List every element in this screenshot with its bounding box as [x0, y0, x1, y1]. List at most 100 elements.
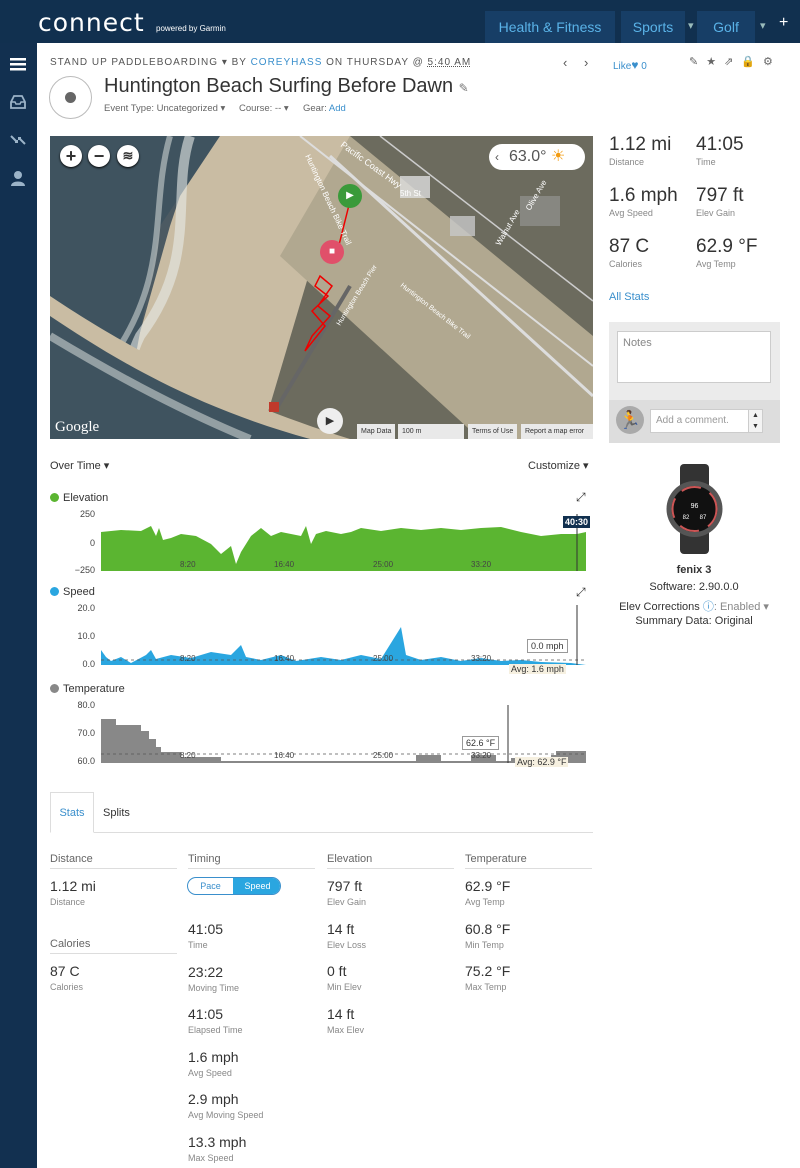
summary-elev-gain-label: Elev Gain: [696, 208, 736, 218]
activity-time[interactable]: 5:40 AM: [428, 57, 472, 68]
next-activity-icon[interactable]: ›: [584, 55, 588, 70]
elev-corrections: Elev Corrections ⓘ: Enabled ▾: [614, 598, 774, 614]
stats-elapsed-time-label: Elapsed Time: [188, 1025, 243, 1035]
lock-icon[interactable]: 🔒: [741, 56, 763, 68]
temperature-tooltip: 62.6 °F: [462, 736, 500, 750]
pace-toggle[interactable]: Pace: [188, 878, 233, 894]
end-marker-icon[interactable]: ■: [320, 240, 344, 264]
watch-face-number: 82: [683, 515, 690, 521]
connect-logo[interactable]: connect: [38, 8, 145, 37]
activity-map[interactable]: Huntington Beach Bike Trail Pacific Coas…: [50, 136, 593, 439]
elevation-x-tick: 25:00: [373, 560, 394, 569]
stats-distance-head: Distance: [50, 853, 177, 869]
prev-activity-icon[interactable]: ‹: [563, 55, 567, 70]
summary-avg-speed-value: 1.6 mph: [609, 185, 678, 206]
activity-type[interactable]: STAND UP PADDLEBOARDING: [50, 57, 218, 68]
summary-calories-label: Calories: [609, 259, 643, 269]
summary-elev-gain-value: 797 ft: [696, 185, 744, 206]
stats-elevation-head: Elevation: [327, 853, 454, 869]
speed-toggle[interactable]: Speed: [233, 878, 280, 894]
user-link[interactable]: COREYHASS: [251, 57, 323, 68]
stats-avg-speed-label: Avg Speed: [188, 1068, 232, 1078]
all-stats-link[interactable]: All Stats: [609, 291, 649, 303]
like-label: Like: [613, 61, 632, 72]
zoom-out-button[interactable]: −: [88, 145, 110, 167]
pencil-icon[interactable]: ✎: [459, 81, 469, 95]
speed-chart[interactable]: [101, 605, 586, 665]
nav-golf-dropdown[interactable]: ▾: [760, 19, 766, 32]
temperature-label: Temperature: [63, 683, 125, 695]
nav-sports-dropdown[interactable]: ▾: [688, 19, 694, 32]
nav-golf[interactable]: Golf: [697, 11, 755, 43]
stats-min-temp-value: 60.8 °F: [465, 921, 511, 937]
temperature-y-tick: 70.0: [77, 728, 95, 738]
activity-type-dropdown-icon[interactable]: ▾: [222, 57, 232, 68]
temperature-x-tick: 16:40: [274, 751, 295, 760]
nav-health-fitness[interactable]: Health & Fitness: [485, 11, 615, 43]
expand-elevation-icon[interactable]: ⤢: [576, 490, 586, 505]
terms-link[interactable]: Terms of Use: [468, 424, 518, 439]
gear-icon[interactable]: ⚙: [763, 56, 781, 68]
course-text: Course: --: [239, 103, 282, 114]
temperature-dot-icon: [50, 684, 59, 693]
start-marker-icon[interactable]: ▶: [338, 184, 362, 208]
speed-x-tick: 16:40: [274, 654, 295, 663]
map-data-link[interactable]: Map Data: [357, 424, 396, 439]
menu-icon[interactable]: [9, 55, 27, 73]
toolbar-icons: ✎★⇗🔒⚙: [689, 55, 781, 68]
map-satellite-image: Huntington Beach Bike Trail Pacific Coas…: [50, 136, 593, 439]
help-icon[interactable]: ⓘ: [703, 601, 714, 613]
stats-elev-gain-label: Elev Gain: [327, 897, 367, 907]
stats-elev-gain-value: 797 ft: [327, 878, 363, 894]
report-map-error-link[interactable]: Report a map error: [521, 424, 593, 439]
elevation-x-tick: 8:20: [180, 560, 196, 569]
over-time-dropdown[interactable]: Over Time ▾: [50, 459, 109, 472]
play-route-button[interactable]: ▶: [317, 408, 343, 434]
like-button[interactable]: Like♥ 0: [613, 58, 647, 72]
summary-avg-speed-label: Avg Speed: [609, 208, 653, 218]
stats-max-temp-value: 75.2 °F: [465, 963, 511, 979]
inbox-icon[interactable]: [9, 93, 27, 111]
speed-dot-icon: [50, 587, 59, 596]
elevation-chart[interactable]: [101, 514, 586, 571]
gear-add-link[interactable]: Add: [329, 103, 346, 114]
speed-y-tick: 10.0: [77, 631, 95, 641]
tab-splits[interactable]: Splits: [103, 807, 130, 819]
gear-field: Gear: Add: [303, 103, 346, 114]
edit-icon[interactable]: ✎: [689, 56, 706, 68]
elev-corrections-label: Elev Corrections: [619, 601, 700, 613]
activity-title[interactable]: Huntington Beach Surfing Before Dawn ✎: [104, 75, 469, 98]
share-icon[interactable]: ⇗: [724, 56, 741, 68]
stats-elev-loss-label: Elev Loss: [327, 940, 367, 950]
notes-field[interactable]: Notes: [617, 331, 771, 383]
event-type-dropdown[interactable]: Event Type: Uncategorized ▾: [104, 103, 225, 114]
course-dropdown[interactable]: Course: -- ▾: [239, 103, 289, 114]
stats-min-temp-label: Min Temp: [465, 940, 504, 950]
speed-x-tick: 25:00: [373, 654, 394, 663]
nav-sports[interactable]: Sports: [621, 11, 685, 43]
profile-icon[interactable]: [9, 169, 27, 187]
tab-stats[interactable]: Stats: [50, 792, 94, 833]
over-time-label: Over Time: [50, 460, 101, 472]
add-button[interactable]: +: [779, 14, 788, 32]
left-sidebar: [0, 43, 37, 1168]
customize-dropdown[interactable]: Customize ▾: [528, 459, 589, 472]
comment-stepper-icon[interactable]: ▲ ▼: [748, 409, 763, 433]
sun-icon: ☀: [551, 148, 566, 165]
expand-speed-icon[interactable]: ⤢: [576, 585, 586, 600]
summary-data: Summary Data: Original: [635, 615, 753, 627]
zoom-in-button[interactable]: +: [60, 145, 82, 167]
tabs-divider: [50, 832, 593, 833]
elevation-x-tick: 33:20: [471, 560, 492, 569]
layers-icon[interactable]: ≋: [117, 145, 139, 167]
comment-input[interactable]: Add a comment.: [650, 409, 763, 433]
stats-avg-moving-speed-label: Avg Moving Speed: [188, 1110, 264, 1120]
temperature-chart[interactable]: [101, 705, 586, 763]
elev-corrections-dropdown[interactable]: : Enabled ▾: [714, 601, 769, 613]
star-icon[interactable]: ★: [706, 56, 724, 68]
like-count: 0: [641, 61, 647, 72]
weather-collapse-icon[interactable]: ‹: [495, 144, 499, 170]
connections-icon[interactable]: [9, 131, 27, 149]
stats-elev-loss-value: 14 ft: [327, 921, 355, 937]
summary-time-value: 41:05: [696, 134, 744, 155]
